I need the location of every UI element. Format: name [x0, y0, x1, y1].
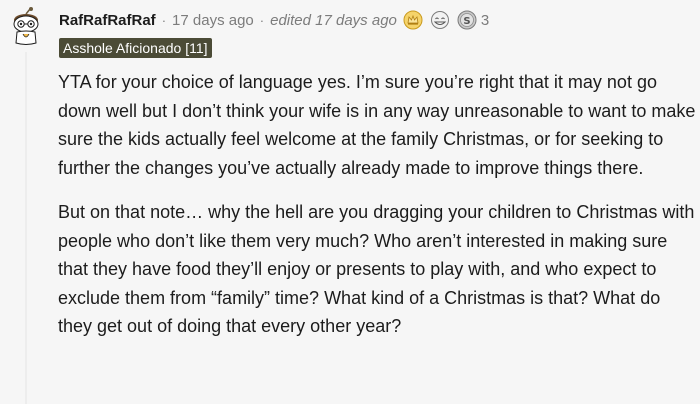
thread-line[interactable] [25, 52, 27, 404]
award-silver[interactable]: S [457, 10, 477, 30]
comment-body: YTA for your choice of language yes. I’m… [58, 68, 698, 357]
separator-dot: · [161, 12, 167, 28]
user-flair: Asshole Aficionado [11] [59, 38, 212, 58]
award-crown[interactable] [403, 10, 423, 30]
silver-award-icon: S [457, 10, 477, 30]
timestamp[interactable]: 17 days ago [172, 12, 254, 29]
grin-award-icon [430, 11, 449, 29]
svg-text:S: S [463, 16, 470, 27]
comment-paragraph: But on that note… why the hell are you d… [58, 202, 695, 336]
comment: RafRafRafRaf · 17 days ago · edited 17 d… [0, 0, 700, 404]
comment-paragraph: YTA for your choice of language yes. I’m… [58, 72, 696, 178]
comment-meta: RafRafRafRaf · 17 days ago · edited 17 d… [59, 9, 489, 31]
snoo-avatar-icon [7, 7, 45, 45]
award-count: 3 [480, 11, 490, 29]
avatar[interactable] [6, 6, 46, 46]
crown-award-icon [403, 10, 423, 30]
username[interactable]: RafRafRafRaf [59, 12, 156, 29]
award-grin[interactable] [429, 10, 451, 30]
edited-timestamp: edited 17 days ago [270, 11, 397, 29]
separator-dot: · [259, 12, 265, 28]
